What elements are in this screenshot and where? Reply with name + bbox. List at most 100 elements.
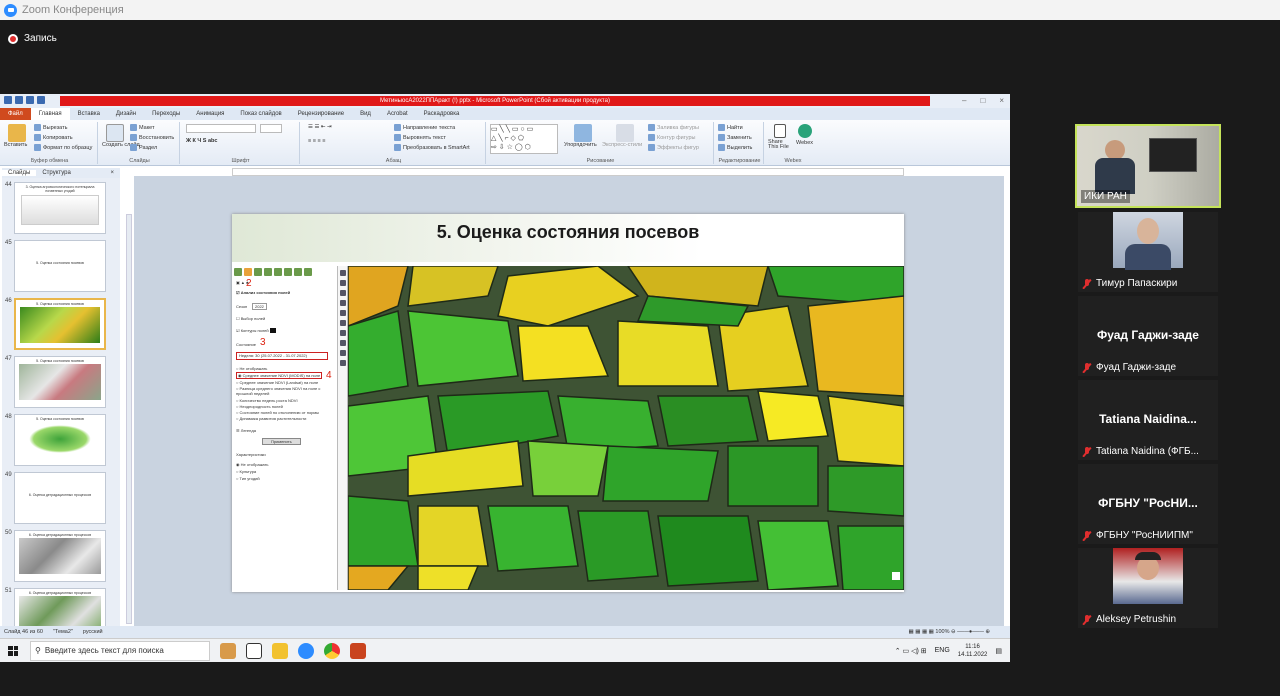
gis-apply-button[interactable]: Применить — [262, 438, 301, 445]
slide-thumbnail[interactable]: 6. Оценка деградационных процессов — [14, 588, 106, 626]
replace-button[interactable]: Заменить — [718, 134, 752, 141]
gis-option[interactable]: ○ Неоднородность полей — [236, 404, 283, 409]
zoom-app-icon[interactable] — [298, 642, 314, 659]
reset-button[interactable]: Восстановить — [130, 134, 174, 141]
gis-option[interactable]: ○ Количество недель роста NDVI — [236, 398, 298, 403]
gis-char-option[interactable]: ○ Культура — [236, 469, 256, 474]
participant-tile[interactable]: ФГБНУ "РосНИ... ФГБНУ "РосНИИПМ" — [1078, 464, 1218, 544]
copy-button[interactable]: Копировать — [34, 134, 73, 141]
tab-storyboard[interactable]: Раскадровка — [416, 111, 468, 117]
shape-effects-button[interactable]: Эффекты фигур — [648, 144, 699, 151]
explorer-icon[interactable] — [272, 642, 288, 659]
paste-button[interactable]: Вставить — [4, 142, 27, 148]
webex-button[interactable]: Webex — [796, 140, 813, 146]
bullets-button[interactable]: ☰ ☰ ⇤ ⇥ — [308, 124, 332, 130]
gis-char-option[interactable]: ○ Тип угодий — [236, 476, 260, 481]
section-button[interactable]: Раздел — [130, 144, 157, 151]
gis-option[interactable]: ○ Динамика развития растительности — [236, 416, 306, 421]
text-direction-button[interactable]: Направление текста — [394, 124, 455, 131]
select-button[interactable]: Выделить — [718, 144, 752, 151]
participant-tile[interactable]: Тимур Папаскири — [1078, 212, 1218, 292]
map-toolbar[interactable] — [338, 266, 348, 590]
tab-slideshow[interactable]: Показ слайдов — [232, 111, 289, 117]
gis-option[interactable]: ○ Не отображать — [236, 366, 267, 371]
participant-tile[interactable]: Tatiana Naidina... Tatiana Naidina (ФГБ.… — [1078, 380, 1218, 460]
gis-field-contours[interactable]: ☑ Контуры полей — [236, 328, 276, 334]
ndvi-field-map[interactable] — [348, 266, 904, 590]
weather-icon[interactable] — [220, 642, 236, 659]
tray-icons[interactable]: ⌃ ▭ ◁) ⊞ — [895, 647, 927, 655]
gis-analysis-checkbox[interactable]: ☑ Анализ состояния полей — [236, 290, 290, 295]
group-caption: Буфер обмена — [30, 158, 69, 164]
participant-tile-active[interactable]: ИКИ РАН — [1075, 124, 1221, 208]
shapes-gallery[interactable]: ▭ ╲ ╲ ▭ ○ ▭ △ ╲ ⌐ ◇ ⬠ ⇨ ⇩ ☆ ◯ ⬡ — [490, 124, 558, 154]
tab-design[interactable]: Дизайн — [108, 111, 144, 117]
tab-slides-panel[interactable]: Слайды — [2, 170, 37, 176]
record-icon — [8, 33, 18, 44]
gis-toolbar[interactable] — [234, 268, 336, 278]
recording-indicator[interactable]: Запись — [8, 33, 57, 44]
font-size-select[interactable] — [260, 124, 282, 133]
tab-insert[interactable]: Вставка — [70, 111, 108, 117]
gis-select-fields[interactable]: ☐ Выбор полей — [236, 316, 265, 321]
slide-thumbnail[interactable]: 6. Оценка деградационных процессов — [14, 530, 106, 582]
participant-tile[interactable]: Aleksey Petrushin — [1078, 548, 1218, 628]
zoom-control[interactable]: ▦ ▦ ▦ ▦ 100% ⊖ ───●─── ⊕ — [909, 629, 991, 635]
windows-start-icon[interactable] — [8, 645, 18, 656]
thumb-number: 45 — [5, 240, 12, 246]
quick-access-toolbar[interactable] — [4, 96, 45, 104]
gis-char-option[interactable]: ◉ Не отображать — [236, 462, 268, 467]
task-view-icon[interactable] — [246, 642, 262, 659]
align-text-button[interactable]: Выровнять текст — [394, 134, 446, 141]
close-panel-icon[interactable]: × — [104, 170, 120, 176]
gis-season-select[interactable]: 2022 — [252, 303, 267, 310]
tab-transitions[interactable]: Переходы — [144, 111, 188, 117]
smartart-button[interactable]: Преобразовать в SmartArt — [394, 144, 470, 151]
arrange-button[interactable]: Упорядочить — [564, 142, 597, 148]
quick-styles-button[interactable]: Экспресс-стили — [602, 142, 642, 148]
input-language[interactable]: ENG — [935, 647, 950, 654]
gis-option[interactable]: ○ Среднее значение NDVI (Landsat) на пол… — [236, 380, 318, 385]
chrome-icon[interactable] — [324, 642, 340, 659]
tab-animation[interactable]: Анимация — [188, 111, 232, 117]
current-slide[interactable]: 5. Оценка состояния посевов ▣ ▲ ♣ ☑ Анал… — [232, 214, 904, 592]
mic-off-icon — [1082, 446, 1092, 457]
align-buttons[interactable]: ≡ ≡ ≡ ≡ — [308, 138, 325, 144]
gis-option-selected[interactable]: ◉ Среднее значение NDVI (MODIS) на поле — [236, 372, 323, 379]
gis-option[interactable]: ○ Состояние полей по отклонению от нормы — [236, 410, 319, 415]
language[interactable]: русский — [83, 629, 103, 635]
window-controls[interactable]: – □ × — [962, 96, 1004, 105]
cut-button[interactable]: Вырезать — [34, 124, 67, 131]
gis-option[interactable]: ○ Разница среднего значения NDVI на поле… — [236, 386, 324, 396]
find-button[interactable]: Найти — [718, 124, 743, 131]
tab-file[interactable]: Файл — [0, 108, 31, 120]
tab-acrobat[interactable]: Acrobat — [379, 111, 416, 117]
shape-fill-button[interactable]: Заливка фигуры — [648, 124, 699, 131]
font-name-select[interactable] — [186, 124, 256, 133]
slide-thumbnail[interactable]: 3. Оценка агроэкологического потенциала … — [14, 182, 106, 234]
shape-outline-button[interactable]: Контур фигуры — [648, 134, 695, 141]
powerpoint-app-icon[interactable] — [350, 642, 366, 659]
gis-week-select[interactable]: Неделя: 30 (25.07.2022 - 31.07.2022) — [236, 352, 328, 360]
notifications-icon[interactable]: ▤ — [995, 647, 1002, 655]
layout-button[interactable]: Макет — [130, 124, 155, 131]
participant-tile[interactable]: Фуад Гаджи-заде Фуад Гаджи-заде — [1078, 296, 1218, 376]
slide-thumbnail[interactable]: 5. Оценка состояния посевов — [14, 414, 106, 466]
tab-structure-panel[interactable]: Структура — [36, 170, 76, 176]
clock[interactable]: 11:16 14.11.2022 — [958, 643, 988, 659]
tab-home[interactable]: Главная — [30, 108, 70, 120]
search-icon: ⚲ — [35, 646, 41, 655]
tab-review[interactable]: Рецензирование — [290, 111, 352, 117]
gis-legend[interactable]: ☰ Легенда — [236, 428, 256, 433]
share-file-button[interactable]: Share This File — [768, 139, 792, 150]
slide-thumbnail[interactable]: 6. Оценка деградационных процессов — [14, 472, 106, 524]
tab-view[interactable]: Вид — [352, 111, 379, 117]
slide-thumbnail[interactable]: 5. Оценка состояния посевов — [14, 356, 106, 408]
bold-button[interactable]: Ж К Ч S abc — [186, 138, 217, 144]
taskbar-search[interactable]: ⚲ Введите здесь текст для поиска — [30, 640, 210, 661]
thumb-title: 6. Оценка деградационных процессов — [28, 591, 92, 595]
slide-thumbnail[interactable]: 5. Оценка состояния посевов — [14, 240, 106, 292]
thumb-number: 50 — [5, 530, 12, 536]
format-painter-button[interactable]: Формат по образцу — [34, 144, 92, 151]
slide-thumbnail-selected[interactable]: 5. Оценка состояния посевов — [14, 298, 106, 350]
